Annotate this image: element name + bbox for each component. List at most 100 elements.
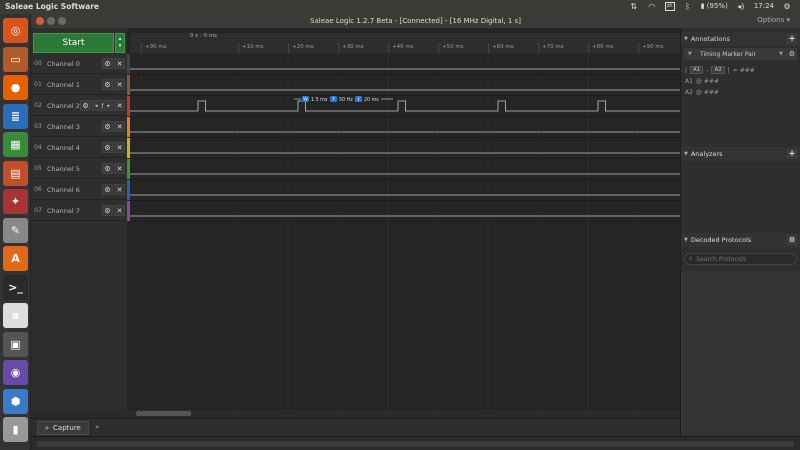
terminal-icon[interactable]: >_ bbox=[3, 274, 28, 300]
channel-name[interactable]: Channel 4 bbox=[45, 144, 102, 152]
collapse-triangle-icon: ▼ bbox=[684, 237, 688, 243]
window-title: Saleae Logic 1.2.7 Beta - [Connected] - … bbox=[310, 17, 521, 25]
channel-hide-button[interactable]: ✕ bbox=[114, 58, 125, 69]
unity-launcher: ◎ ▭ ● ≣ ▦ ▤ ✦ ✎ A >_a ▣ ◉ ⬢ ▮ bbox=[0, 14, 31, 450]
calc-icon[interactable]: ▦ bbox=[3, 132, 28, 157]
channel-settings-gear-icon[interactable]: ⚙ bbox=[102, 58, 113, 69]
channel-name[interactable]: Channel 0 bbox=[45, 60, 102, 68]
waveform-canvas[interactable]: W 1.5 ms f 50 Hz t 20 ms bbox=[130, 54, 680, 410]
channel-row[interactable]: 05 Channel 5 ⚙ ✕ bbox=[31, 159, 127, 179]
marker-diff-value: = ### bbox=[732, 66, 755, 74]
channel-hide-button[interactable]: ✕ bbox=[114, 163, 125, 174]
wifi-icon[interactable]: ◠ bbox=[647, 1, 657, 11]
scrollbar-thumb[interactable] bbox=[136, 411, 191, 416]
decoded-protocols-header[interactable]: ▼ Decoded Protocols ⚙ bbox=[681, 233, 800, 247]
channel-hide-button[interactable]: ✕ bbox=[114, 79, 125, 90]
marker-dropdown-icon[interactable]: ▼ bbox=[779, 51, 783, 57]
channel-settings-gear-icon[interactable]: ⚙ bbox=[102, 184, 113, 195]
analyzers-header[interactable]: ▼ Analyzers + bbox=[681, 147, 800, 161]
time-ruler[interactable]: 0 s : 0 ms +90 ms +10 ms +20 ms +30 ms +40 m… bbox=[130, 33, 680, 53]
impress-icon[interactable]: ▤ bbox=[3, 160, 28, 186]
window-titlebar: Saleae Logic 1.2.7 Beta - [Connected] - … bbox=[31, 14, 800, 28]
tick-label: +30 ms bbox=[342, 44, 364, 50]
channel-settings-gear-icon[interactable]: ⚙ bbox=[102, 163, 113, 174]
channel-row[interactable]: 00 Channel 0 ⚙ ✕ bbox=[31, 54, 127, 74]
measure-tag-letter: t bbox=[358, 97, 360, 103]
decoded-settings-button[interactable]: ⚙ bbox=[787, 235, 797, 245]
ubuntu-dash-icon[interactable]: ◎ bbox=[3, 18, 28, 43]
channel-hide-button[interactable]: ✕ bbox=[114, 184, 125, 195]
next-edge-icon[interactable]: ▸ bbox=[107, 103, 110, 109]
annotations-header[interactable]: ▼ Annotations + bbox=[681, 32, 800, 46]
channel-settings-gear-icon[interactable]: ⚙ bbox=[102, 121, 113, 132]
channel-row[interactable]: 03 Channel 3 ⚙ ✕ bbox=[31, 117, 127, 137]
marker-a1-pill[interactable]: A1 bbox=[690, 66, 704, 74]
marker-gear-icon[interactable]: ⚙ bbox=[789, 50, 795, 58]
channel-name[interactable]: Channel 1 bbox=[45, 81, 102, 89]
channel-number: 01 bbox=[34, 81, 42, 88]
battery-indicator[interactable]: ▮ (95%) bbox=[701, 2, 728, 10]
search-protocols-field[interactable]: ⌕ bbox=[684, 253, 797, 265]
channel-number: 07 bbox=[34, 207, 42, 214]
start-options-button[interactable]: ▴ ▾ bbox=[115, 33, 125, 53]
firefox-icon[interactable]: ● bbox=[3, 75, 28, 100]
channel-row[interactable]: 04 Channel 4 ⚙ ✕ bbox=[31, 138, 127, 158]
add-annotation-button[interactable]: + bbox=[787, 34, 797, 44]
software-center-icon[interactable]: A bbox=[3, 246, 28, 271]
horizontal-scrollbar[interactable] bbox=[31, 410, 680, 418]
channel-settings-gear-icon[interactable]: ⚙ bbox=[102, 205, 113, 216]
channel-color-strip bbox=[127, 138, 130, 158]
waveform-area[interactable]: W 1.5 ms f 50 Hz t 20 ms bbox=[130, 54, 680, 410]
channel-hide-button[interactable]: ✕ bbox=[114, 205, 125, 216]
channel-settings-gear-icon[interactable]: ⚙ bbox=[80, 100, 91, 111]
channel-row[interactable]: 02 Channel 2 ⚙ ◂ ƒ ▸ ✕ bbox=[31, 96, 127, 116]
bluetooth-icon[interactable]: ᛒ bbox=[683, 1, 693, 11]
marker-a2-pill[interactable]: A2 bbox=[711, 66, 725, 74]
channel-hide-button[interactable]: ✕ bbox=[114, 100, 125, 111]
channel-hide-button[interactable]: ✕ bbox=[114, 142, 125, 153]
more-tabs-button[interactable]: » bbox=[95, 423, 99, 431]
options-menu[interactable]: Options ▾ bbox=[757, 16, 790, 24]
tick-line bbox=[538, 43, 539, 53]
tab-capture[interactable]: ⌕ Capture bbox=[37, 421, 89, 435]
clock[interactable]: 17:24 bbox=[754, 2, 774, 10]
channel-color-strip bbox=[127, 54, 130, 74]
channel-name[interactable]: Channel 7 bbox=[45, 207, 102, 215]
collapse-triangle-icon: ▼ bbox=[684, 36, 688, 42]
logic-analyzer-icon[interactable]: ▣ bbox=[3, 331, 28, 357]
power-gear-icon[interactable]: ⚙ bbox=[782, 1, 792, 11]
keyboard-layout-indicator[interactable]: zh bbox=[664, 1, 675, 11]
sort-icon[interactable]: ⇅ bbox=[629, 1, 639, 11]
purple-app-icon[interactable]: ◉ bbox=[3, 360, 28, 385]
channel-name[interactable]: Channel 3 bbox=[45, 123, 102, 131]
measure-value: 1.5 ms bbox=[311, 97, 328, 103]
channel-row[interactable]: 07 Channel 7 ⚙ ✕ bbox=[31, 201, 127, 221]
channel-settings-gear-icon[interactable]: ⚙ bbox=[102, 142, 113, 153]
start-button[interactable]: Start bbox=[33, 33, 114, 53]
analyzers-title: Analyzers bbox=[690, 150, 723, 158]
amazon-icon[interactable]: a bbox=[3, 303, 28, 328]
search-protocols-input[interactable] bbox=[696, 255, 787, 263]
editor-icon[interactable]: ✎ bbox=[3, 217, 28, 243]
volume-icon[interactable]: ◂) bbox=[736, 1, 746, 11]
edge-type-icon[interactable]: ƒ bbox=[102, 103, 104, 109]
virtualbox-icon[interactable]: ⬢ bbox=[3, 388, 28, 414]
channel-number: 00 bbox=[34, 60, 42, 67]
prev-edge-icon[interactable]: ◂ bbox=[95, 103, 98, 109]
channel-settings-gear-icon[interactable]: ⚙ bbox=[102, 79, 113, 90]
add-analyzer-button[interactable]: + bbox=[787, 149, 797, 159]
files-icon[interactable]: ▭ bbox=[3, 46, 28, 72]
channel-name[interactable]: Channel 6 bbox=[45, 186, 102, 194]
timing-marker-pair[interactable]: ▼ Timing Marker Pair ▼ ⚙ bbox=[684, 48, 797, 60]
settings-icon[interactable]: ✦ bbox=[3, 189, 28, 214]
channel-hide-button[interactable]: ✕ bbox=[114, 121, 125, 132]
channel-name[interactable]: Channel 5 bbox=[45, 165, 102, 173]
channel-row[interactable]: 06 Channel 6 ⚙ ✕ bbox=[31, 180, 127, 200]
measure-tag-letter: W bbox=[303, 97, 308, 103]
writer-icon[interactable]: ≣ bbox=[3, 103, 28, 129]
channel-row[interactable]: 01 Channel 1 ⚙ ✕ bbox=[31, 75, 127, 95]
channel-name[interactable]: Channel 2 bbox=[45, 102, 80, 110]
usb-icon[interactable]: ▮ bbox=[3, 417, 28, 442]
channel-edge-nav[interactable]: ◂ ƒ ▸ bbox=[92, 100, 113, 111]
status-progress-track bbox=[37, 441, 794, 447]
